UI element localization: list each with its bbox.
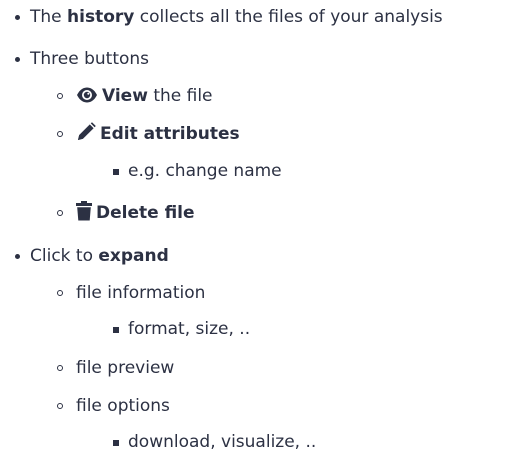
circle-bullet <box>56 122 72 146</box>
expand-keyword: expand <box>98 246 169 266</box>
circle-bullet <box>56 201 72 225</box>
circle-bullet <box>56 281 72 305</box>
file-options-label: file options <box>76 396 170 416</box>
history-prefix: The <box>30 7 68 27</box>
disc-bullet <box>12 244 28 268</box>
bullet-list: The history collects all the files of yo… <box>0 0 532 461</box>
trash-icon <box>76 201 92 221</box>
file-information-label: file information <box>76 283 206 303</box>
edit-example-text: e.g. change name <box>128 161 282 181</box>
view-keyword: View <box>102 86 148 106</box>
history-suffix: collects all the files of your analysis <box>134 7 443 27</box>
expand-prefix: Click to <box>30 246 99 266</box>
circle-bullet <box>56 84 72 108</box>
circle-bullet <box>56 356 72 380</box>
file-preview-label: file preview <box>76 358 175 378</box>
edit-keyword: Edit attributes <box>100 124 240 144</box>
disc-bullet <box>12 5 28 29</box>
file-options-detail: download, visualize, .. <box>128 432 317 452</box>
circle-bullet <box>56 394 72 418</box>
square-bullet <box>112 430 128 454</box>
history-keyword: history <box>67 7 135 27</box>
three-buttons-label: Three buttons <box>30 49 150 69</box>
delete-keyword: Delete file <box>96 203 195 223</box>
square-bullet <box>112 159 128 183</box>
file-information-detail: format, size, .. <box>128 319 251 339</box>
square-bullet <box>112 317 128 341</box>
pencil-icon <box>78 122 96 140</box>
view-suffix: the file <box>147 86 213 106</box>
disc-bullet <box>12 47 28 71</box>
eye-icon <box>77 87 97 103</box>
